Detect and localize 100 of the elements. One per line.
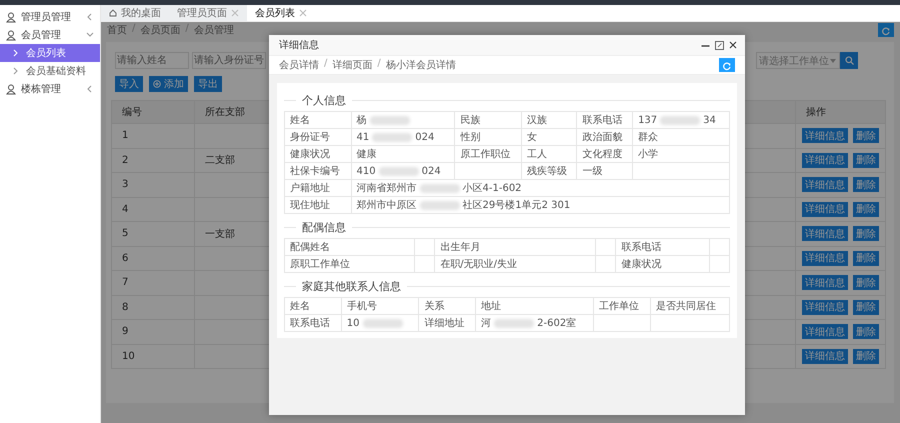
refresh-icon (721, 60, 733, 70)
field-value: 024 (415, 132, 434, 142)
redaction-blur (378, 166, 419, 176)
details-button[interactable]: 详细信息 (802, 348, 848, 364)
delete-button[interactable]: 删除 (853, 128, 879, 144)
breadcrumb-link[interactable]: 首页 (107, 23, 127, 37)
field-value: 是否共同居住 (656, 301, 716, 312)
table-cell-text: 4 (121, 202, 130, 217)
column-header: 操作 (795, 101, 885, 123)
field-value: 2-602室 (537, 316, 576, 330)
search-button[interactable] (840, 52, 858, 69)
breadcrumb-link[interactable]: 会员管理 (194, 23, 234, 37)
breadcrumb-link[interactable]: 会员页面 (140, 23, 180, 37)
close-icon[interactable] (729, 41, 737, 49)
search-field[interactable]: 请输入姓名 (115, 52, 189, 69)
maximize-icon[interactable] (715, 40, 724, 50)
toolbar-button[interactable]: 添加 (149, 76, 188, 92)
refresh-button[interactable] (719, 58, 735, 72)
field-label: 健康状况 (290, 149, 330, 160)
delete-button[interactable]: 删除 (853, 324, 879, 340)
user-icon (6, 30, 16, 40)
caret-icon (830, 58, 836, 62)
table-cell-text: 10 (121, 350, 136, 364)
breadcrumb-link[interactable]: 详细页面 (332, 58, 372, 72)
field-label: 原工作职位 (460, 149, 510, 160)
chevron-down-icon (86, 31, 94, 39)
breadcrumb-separator: / (132, 23, 136, 36)
redaction-blur (362, 318, 402, 328)
redaction-blur (420, 184, 460, 192)
sidebar-item[interactable]: 会员列表 (0, 44, 100, 62)
field-label: 户籍地址 (290, 183, 330, 194)
field-value: 地址 (481, 301, 502, 312)
field-label: 联系电话 (582, 115, 622, 126)
field-label: 详细地址 (424, 318, 464, 329)
field-value: 群众 (638, 132, 658, 143)
field-value: 小区4-1-602 (462, 182, 522, 195)
delete-button[interactable]: 删除 (853, 250, 879, 266)
details-button[interactable]: 详细信息 (802, 275, 848, 290)
delete-button[interactable]: 删除 (853, 177, 879, 192)
search-field[interactable]: 请输入身份证号 (192, 52, 266, 69)
sidebar-item[interactable]: 会员管理 (0, 26, 100, 44)
delete-button[interactable]: 删除 (853, 226, 879, 242)
home-icon (109, 9, 117, 17)
tab[interactable]: 管理员页面 (169, 5, 247, 21)
field-value: 汉族 (526, 115, 547, 126)
details-button[interactable]: 详细信息 (802, 226, 848, 242)
delete-button[interactable]: 删除 (853, 275, 879, 290)
field-value: 手机号 (346, 301, 377, 312)
chevron-right-icon (12, 49, 20, 57)
details-button[interactable]: 详细信息 (802, 324, 848, 340)
delete-button[interactable]: 删除 (853, 348, 879, 364)
field-label: 姓名 (290, 115, 310, 126)
toolbar-button[interactable]: 导出 (194, 76, 222, 92)
delete-button[interactable]: 删除 (853, 202, 879, 217)
details-button[interactable]: 详细信息 (802, 128, 848, 144)
breadcrumb-link[interactable]: 杨小洋会员详情 (386, 58, 456, 72)
redaction-blur (370, 116, 410, 124)
field-label: 姓名 (290, 301, 310, 312)
field-value: 小学 (638, 149, 658, 160)
field-label: 身份证号 (290, 132, 330, 143)
field-label: 工作单位 (599, 301, 640, 312)
column-header: 编号 (121, 106, 143, 120)
dialog-title: 详细信息 (279, 38, 319, 52)
table-cell-text: 6 (121, 252, 130, 266)
details-button[interactable]: 详细信息 (802, 300, 848, 315)
redaction-blur (660, 116, 700, 124)
sidebar-item[interactable]: 会员基础资料 (0, 62, 100, 80)
delete-button[interactable]: 删除 (853, 300, 879, 315)
plus-icon (153, 80, 161, 88)
tab[interactable]: 我的桌面 (101, 5, 169, 21)
refresh-icon (880, 24, 892, 36)
field-label: 文化程度 (582, 149, 622, 160)
details-button[interactable]: 详细信息 (802, 177, 848, 192)
toolbar-button[interactable]: 导入 (115, 76, 143, 92)
details-button[interactable]: 详细信息 (802, 250, 848, 266)
dropdown-field[interactable]: 请选择工作单位 (756, 52, 840, 69)
details-button[interactable]: 详细信息 (802, 152, 848, 168)
table-cell-text: 3 (121, 178, 130, 192)
delete-button[interactable]: 删除 (853, 152, 879, 168)
chevron-left-icon (86, 85, 94, 93)
chevron-right-icon (12, 67, 20, 75)
breadcrumb-separator: / (377, 58, 381, 71)
details-button[interactable]: 详细信息 (802, 202, 848, 217)
breadcrumb-link[interactable]: 会员详情 (279, 58, 319, 72)
refresh-button[interactable] (878, 23, 894, 37)
sidebar-item[interactable]: 管理员管理 (0, 8, 100, 26)
search-icon (844, 56, 854, 65)
sidebar-item[interactable]: 楼栋管理 (0, 80, 100, 98)
field-value: 河 (481, 317, 492, 330)
field-value: 34 (703, 114, 716, 126)
field-value: 41 (356, 132, 370, 142)
table-cell-text: 5 (121, 227, 130, 242)
table-cell-text: 9 (121, 325, 130, 340)
field-label: 性别 (460, 132, 480, 143)
field-value: 137 (638, 114, 658, 126)
field-value: 郑州市中原区 (356, 198, 417, 212)
field-label: 民族 (460, 115, 480, 126)
field-label: 健康状况 (621, 259, 662, 270)
field-value: 社区29号楼1单元2 301 (462, 198, 570, 212)
user-icon (6, 84, 16, 94)
